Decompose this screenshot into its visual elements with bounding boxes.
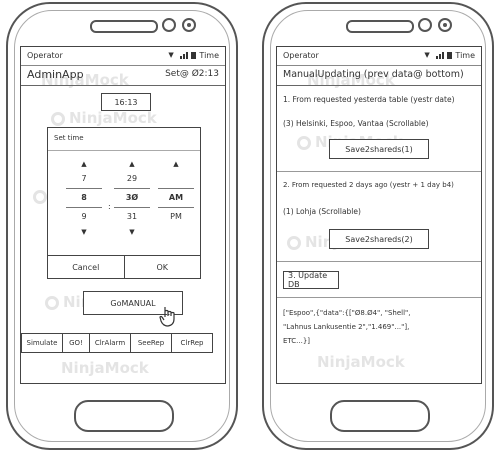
hour-selected: 8 <box>66 189 102 208</box>
sensor-icon <box>182 18 196 32</box>
clralarm-button[interactable]: ClrAlarm <box>89 333 131 353</box>
cancel-button[interactable]: Cancel <box>48 256 125 278</box>
battery-icon <box>447 52 453 59</box>
app-title: AdminApp <box>27 68 84 81</box>
step1-cities-list[interactable]: (3) Helsinki, Espoo, Vantaa (Scrollable) <box>283 119 429 128</box>
right-phone: NinjaMock NinjaMock NinjaMock NinjaMock … <box>262 2 494 450</box>
wifi-icon <box>424 51 433 59</box>
time-separator: : <box>108 202 111 211</box>
set-time-label: Set@ Ø2:13 <box>165 69 219 79</box>
minute-selected: 3Ø <box>114 189 150 208</box>
right-screen: NinjaMock NinjaMock NinjaMock NinjaMock … <box>276 46 482 384</box>
up-arrow-icon[interactable]: ▲ <box>158 158 194 170</box>
json-preview-line: ["Espoo",{"data":{["Ø8.Ø4", "Shell", <box>283 309 411 317</box>
ampm-picker[interactable]: ▲ AM PM <box>158 158 194 242</box>
time-field[interactable]: 16:13 <box>101 93 151 111</box>
carrier-label: Operator <box>283 51 319 60</box>
up-arrow-icon[interactable]: ▲ <box>114 158 150 170</box>
down-arrow-icon[interactable] <box>158 226 194 238</box>
divider <box>48 150 200 151</box>
speaker-grill <box>346 20 414 33</box>
front-camera-icon <box>162 18 176 32</box>
clrrep-button[interactable]: ClrRep <box>171 333 213 353</box>
save-shareds-2-button[interactable]: Save2shareds(2) <box>329 229 429 249</box>
battery-icon <box>191 52 197 59</box>
go-button[interactable]: GO! <box>62 333 90 353</box>
step2-cities-list[interactable]: (1) Lohja (Scrollable) <box>283 207 361 216</box>
wifi-icon <box>168 51 177 59</box>
ampm-selected: AM <box>158 189 194 208</box>
status-bar: Operator Time <box>277 47 481 66</box>
status-icons: Time <box>424 51 475 60</box>
step1-label: 1. From requested yesterda table (yestr … <box>283 95 455 104</box>
json-preview-line: "Lahnus Lankusentie 2","1.469"..."], <box>283 323 410 331</box>
status-bar: Operator Time <box>21 47 225 66</box>
status-time: Time <box>455 51 475 60</box>
up-arrow-icon[interactable]: ▲ <box>66 158 102 170</box>
ampm-value <box>158 170 194 189</box>
ampm-value: PM <box>170 212 182 221</box>
speaker-grill <box>90 20 158 33</box>
home-button[interactable] <box>330 400 430 432</box>
sensor-icon <box>438 18 452 32</box>
watermark: NinjaMock <box>317 353 405 371</box>
status-icons: Time <box>168 51 219 60</box>
ok-button[interactable]: OK <box>125 256 201 278</box>
watermark: NinjaMock <box>61 359 149 377</box>
carrier-label: Operator <box>27 51 63 60</box>
update-db-button[interactable]: 3. Update DB <box>283 271 339 289</box>
divider <box>277 171 481 172</box>
minute-value: 31 <box>126 212 138 221</box>
dialog-title: Set time <box>54 134 84 142</box>
minute-value: 29 <box>114 170 150 189</box>
app-title-bar: ManualUpdating (prev data@ bottom) <box>277 65 481 86</box>
app-title-bar: AdminApp Set@ Ø2:13 <box>21 65 225 86</box>
pointer-hand-icon <box>159 307 175 327</box>
status-time: Time <box>199 51 219 60</box>
simulate-button[interactable]: Simulate <box>21 333 63 353</box>
page-title: ManualUpdating (prev data@ bottom) <box>283 69 464 80</box>
down-arrow-icon[interactable]: ▼ <box>66 226 102 238</box>
bottom-button-row: Simulate GO! ClrAlarm SeeRep ClrRep <box>21 333 225 353</box>
divider <box>277 297 481 298</box>
hour-value: 7 <box>66 170 102 189</box>
front-camera-icon <box>418 18 432 32</box>
divider <box>277 261 481 262</box>
left-phone: NinjaMock NinjaMock NinjaMock NinjaMock … <box>6 2 238 450</box>
hour-value: 9 <box>81 212 87 221</box>
signal-icon <box>180 52 189 59</box>
home-button[interactable] <box>74 400 174 432</box>
signal-icon <box>436 52 445 59</box>
set-time-dialog: Set time ▲ 7 8 9 ▼ : ▲ 29 3Ø 31 ▼ ▲ AM P… <box>47 127 201 279</box>
seerep-button[interactable]: SeeRep <box>130 333 172 353</box>
hour-picker[interactable]: ▲ 7 8 9 ▼ <box>66 158 102 242</box>
left-screen: NinjaMock NinjaMock NinjaMock NinjaMock … <box>20 46 226 384</box>
step2-label: 2. From requested 2 days ago (yestr + 1 … <box>283 181 454 189</box>
json-preview-line: ETC...}] <box>283 337 311 345</box>
down-arrow-icon[interactable]: ▼ <box>114 226 150 238</box>
watermark: NinjaMock <box>51 109 157 127</box>
save-shareds-1-button[interactable]: Save2shareds(1) <box>329 139 429 159</box>
minute-picker[interactable]: ▲ 29 3Ø 31 ▼ <box>114 158 150 242</box>
dialog-buttons: Cancel OK <box>48 255 200 278</box>
